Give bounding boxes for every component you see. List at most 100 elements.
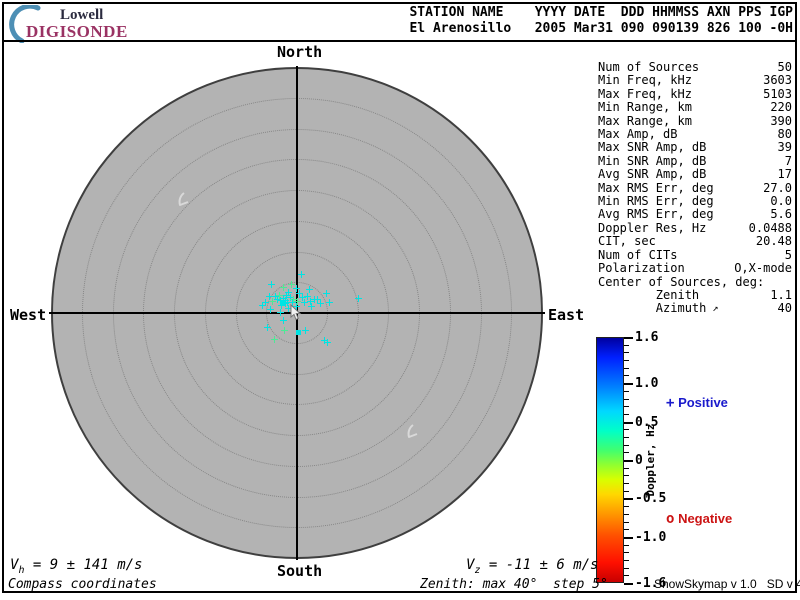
colorbar-minor-tick bbox=[624, 483, 629, 484]
colorbar-minor-tick bbox=[624, 491, 629, 492]
colorbar-minor-tick bbox=[624, 368, 629, 369]
stat-label: Max SNR Amp, dB bbox=[598, 141, 706, 154]
stat-row: Num of CITs5 bbox=[598, 249, 792, 262]
stat-value: 7 bbox=[785, 155, 792, 168]
stat-row: Min Freq, kHz3603 bbox=[598, 74, 792, 87]
stat-value: 50 bbox=[778, 61, 792, 74]
colorbar-major-tick bbox=[624, 422, 633, 424]
stat-row: Min RMS Err, deg0.0 bbox=[598, 195, 792, 208]
colorbar-major-tick bbox=[624, 383, 633, 385]
compass-label-west: West bbox=[10, 306, 46, 324]
source-point bbox=[314, 296, 321, 303]
software-version: ShowSkymap v 1.0 SD v 4.2 bbox=[654, 577, 800, 591]
colorbar-minor-tick bbox=[624, 575, 629, 576]
stat-label: Num of Sources bbox=[598, 61, 699, 74]
colorbar-axis-label: Doppler, Hz bbox=[644, 400, 658, 520]
stat-label: Max Amp, dB bbox=[598, 128, 677, 141]
stat-label: Max Freq, kHz bbox=[598, 88, 692, 101]
colorbar-minor-tick bbox=[624, 506, 629, 507]
crescent-mark bbox=[404, 423, 422, 441]
colorbar-minor-tick bbox=[624, 360, 629, 361]
azimuth-direction-icon: ↗ bbox=[706, 303, 718, 314]
colorbar-minor-tick bbox=[624, 406, 629, 407]
stat-row: Max RMS Err, deg27.0 bbox=[598, 182, 792, 195]
stat-label: Avg SNR Amp, dB bbox=[598, 168, 706, 181]
stat-row: PolarizationO,X-mode bbox=[598, 262, 792, 275]
source-point bbox=[288, 281, 295, 288]
compass-label-south: South bbox=[277, 562, 322, 580]
colorbar-minor-tick bbox=[624, 468, 629, 469]
stat-value: 40 bbox=[778, 302, 792, 316]
stat-label: Zenith bbox=[598, 289, 699, 302]
source-point bbox=[282, 300, 289, 307]
colorbar-minor-tick bbox=[624, 560, 629, 561]
stat-label: Avg RMS Err, deg bbox=[598, 208, 714, 221]
source-point bbox=[296, 330, 301, 335]
colorbar-minor-tick bbox=[624, 552, 629, 553]
header-columns-row: STATION NAME YYYY DATE DDD HHMMSS AXN PP… bbox=[409, 5, 793, 20]
lowell-digisonde-logo: Lowell DIGISONDE bbox=[8, 5, 178, 41]
crescent-mark bbox=[175, 191, 193, 209]
doppler-colorbar bbox=[596, 337, 624, 583]
stat-value: 20.48 bbox=[756, 235, 792, 248]
stat-value: 39 bbox=[778, 141, 792, 154]
colorbar-minor-tick bbox=[624, 445, 629, 446]
colorbar-major-tick bbox=[624, 337, 633, 339]
stat-row: Max Range, km390 bbox=[598, 115, 792, 128]
vertical-velocity: Vz = -11 ± 6 m/s bbox=[466, 557, 598, 576]
stat-row: Azimuth ↗40 bbox=[598, 302, 792, 316]
source-point bbox=[264, 324, 271, 331]
source-point bbox=[267, 306, 274, 313]
stat-label: Center of Sources, deg: bbox=[598, 276, 764, 289]
colorbar-minor-tick bbox=[624, 391, 629, 392]
stat-value: 390 bbox=[770, 115, 792, 128]
colorbar-minor-tick bbox=[624, 414, 629, 415]
source-point bbox=[299, 294, 306, 301]
colorbar-minor-tick bbox=[624, 452, 629, 453]
stat-value: 17 bbox=[778, 168, 792, 181]
source-point bbox=[259, 302, 266, 309]
colorbar-minor-tick bbox=[624, 375, 629, 376]
stat-value: 3603 bbox=[763, 74, 792, 87]
source-point bbox=[324, 339, 331, 346]
stat-label: Max RMS Err, deg bbox=[598, 182, 714, 195]
stat-row: Max Amp, dB80 bbox=[598, 128, 792, 141]
colorbar-minor-tick bbox=[624, 437, 629, 438]
stat-label: Min Range, km bbox=[598, 101, 692, 114]
colorbar-minor-tick bbox=[624, 529, 629, 530]
stat-row: Avg RMS Err, deg5.6 bbox=[598, 208, 792, 221]
legend-positive: + Positive bbox=[666, 395, 728, 411]
colorbar-major-tick bbox=[624, 583, 633, 585]
colorbar-tick-label: 1.0 bbox=[635, 376, 658, 391]
source-point bbox=[307, 298, 314, 305]
stat-row: Max SNR Amp, dB 39 bbox=[598, 141, 792, 154]
stat-row: Min SNR Amp, dB 7 bbox=[598, 155, 792, 168]
stat-row: Zenith 1.1 bbox=[598, 289, 792, 302]
compass-label-east: East bbox=[548, 306, 584, 324]
colorbar-minor-tick bbox=[624, 399, 629, 400]
legend-positive-label: Positive bbox=[678, 395, 728, 410]
colorbar-minor-tick bbox=[624, 522, 629, 523]
colorbar-minor-tick bbox=[624, 545, 629, 546]
stat-row: Center of Sources, deg: bbox=[598, 276, 792, 289]
source-point bbox=[283, 292, 290, 299]
colorbar-minor-tick bbox=[624, 345, 629, 346]
colorbar-minor-tick bbox=[624, 352, 629, 353]
colorbar-major-tick bbox=[624, 537, 633, 539]
colorbar-major-tick bbox=[624, 460, 633, 462]
stat-row: Max Freq, kHz5103 bbox=[598, 88, 792, 101]
station-header: STATION NAME YYYY DATE DDD HHMMSS AXN PP… bbox=[409, 5, 793, 37]
source-point bbox=[355, 295, 362, 302]
zenith-scale-note: Zenith: max 40° step 5° bbox=[420, 577, 608, 592]
stat-label: Num of CITs bbox=[598, 249, 677, 262]
stat-label: Doppler Res, Hz bbox=[598, 222, 706, 235]
logo-digisonde-text: DIGISONDE bbox=[26, 22, 128, 42]
legend-negative: o Negative bbox=[666, 511, 732, 527]
stat-label: Min SNR Amp, dB bbox=[598, 155, 706, 168]
colorbar-minor-tick bbox=[624, 429, 629, 430]
source-point bbox=[277, 309, 284, 316]
stat-row: Num of Sources 50 bbox=[598, 61, 792, 74]
colorbar-minor-tick bbox=[624, 568, 629, 569]
compass-label-north: North bbox=[277, 43, 322, 61]
stat-value: 1.1 bbox=[770, 289, 792, 302]
